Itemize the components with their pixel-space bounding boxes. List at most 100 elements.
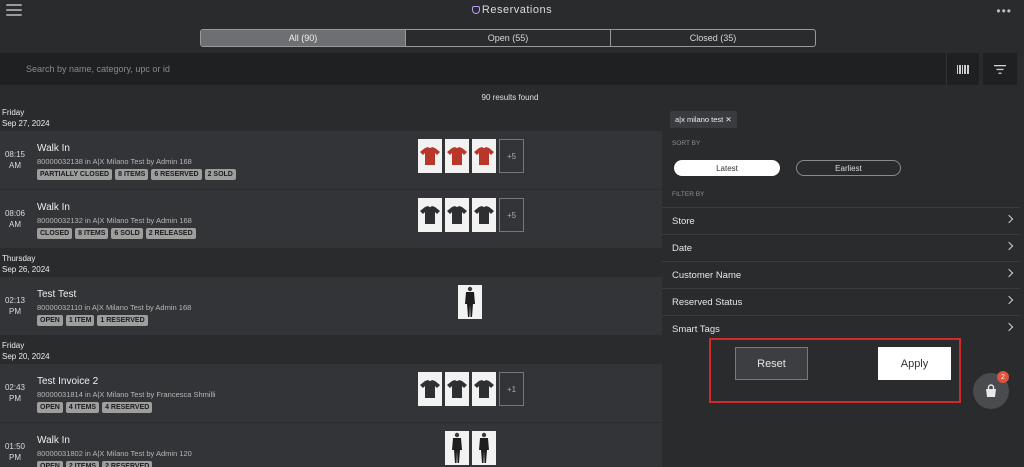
status-badge: 2 RESERVED xyxy=(102,461,153,467)
reservation-row[interactable]: 02:13 PM Test Test 80000032110 in A|X Mil… xyxy=(0,277,662,336)
time-text: 08:15 xyxy=(4,150,26,159)
reservation-time: 02:13 PM xyxy=(0,277,30,335)
reservation-time: 01:50 PM xyxy=(0,423,30,467)
product-thumbnails: +5 xyxy=(418,139,524,173)
product-thumbnail[interactable] xyxy=(445,139,469,173)
filter-by-label: FILTER BY xyxy=(672,191,705,198)
product-thumbnail[interactable] xyxy=(418,198,442,232)
reservation-row[interactable]: 02:43 PM Test Invoice 2 80000031814 in A|… xyxy=(0,364,662,423)
apply-button[interactable]: Apply xyxy=(878,347,951,380)
filter-list: Store Date Customer Name Reserved Status… xyxy=(662,207,1020,342)
customer-name: Test Invoice 2 xyxy=(37,376,99,387)
status-badges: PARTIALLY CLOSED 8 ITEMS 6 RESERVED 2 SOLD xyxy=(37,169,236,180)
product-thumbnail[interactable] xyxy=(445,431,469,465)
cart-count-badge: 2 xyxy=(997,371,1009,383)
reservation-time: 08:15 AM xyxy=(0,131,30,189)
product-thumbnail[interactable] xyxy=(472,198,496,232)
product-thumbnails xyxy=(445,431,496,465)
product-thumbnail[interactable] xyxy=(418,372,442,406)
status-badge: 1 ITEM xyxy=(65,315,95,326)
filter-item-reserved-status[interactable]: Reserved Status xyxy=(662,288,1020,315)
status-badge: 4 ITEMS xyxy=(65,402,100,413)
more-items-indicator[interactable]: +5 xyxy=(499,139,524,173)
tab-open[interactable]: Open (55) xyxy=(405,30,610,46)
product-thumbnail[interactable] xyxy=(445,372,469,406)
filter-button[interactable] xyxy=(983,53,1017,85)
product-thumbnail[interactable] xyxy=(445,198,469,232)
status-badges: CLOSED 8 ITEMS 6 SOLD 2 RELEASED xyxy=(37,228,196,239)
more-items-indicator[interactable]: +1 xyxy=(499,372,524,406)
ampm-text: PM xyxy=(9,307,21,316)
customer-name: Walk In xyxy=(37,143,70,154)
status-badge: CLOSED xyxy=(37,228,73,239)
product-thumbnail[interactable] xyxy=(472,372,496,406)
status-badge: 2 RELEASED xyxy=(145,228,196,239)
date-header: Thursday Sep 26, 2024 xyxy=(0,249,662,277)
filter-actions-highlight: Reset Apply xyxy=(709,338,961,403)
time-text: 02:13 xyxy=(4,296,26,305)
product-thumbnail[interactable] xyxy=(472,139,496,173)
filter-item-label: Reserved Status xyxy=(672,296,743,308)
chip-close-icon[interactable]: ✕ xyxy=(723,115,731,124)
search-bar xyxy=(0,53,946,85)
product-thumbnails: +1 xyxy=(418,372,524,406)
reservation-row[interactable]: 08:15 AM Walk In 80000032138 in A|X Milan… xyxy=(0,131,662,190)
reservation-meta: 80000032132 in A|X Milano Test by Admin … xyxy=(37,216,192,225)
filter-item-label: Store xyxy=(672,215,695,227)
barcode-icon xyxy=(957,64,969,74)
shopping-bag-icon xyxy=(986,384,996,397)
reservation-row[interactable]: 08:06 AM Walk In 80000032132 in A|X Milan… xyxy=(0,190,662,249)
reservation-time: 08:06 AM xyxy=(0,190,30,248)
product-thumbnails xyxy=(458,285,482,319)
filter-item-customer-name[interactable]: Customer Name xyxy=(662,261,1020,288)
tab-all[interactable]: All (90) xyxy=(201,30,405,46)
reservation-time: 02:43 PM xyxy=(0,364,30,422)
status-badges: OPEN 2 ITEMS 2 RESERVED xyxy=(37,461,153,467)
ampm-text: PM xyxy=(9,394,21,403)
reservation-meta: 80000031802 in A|X Milano Test by Admin … xyxy=(37,449,192,458)
status-badge: 2 SOLD xyxy=(204,169,236,180)
results-count: 90 results found xyxy=(481,93,539,102)
product-thumbnail[interactable] xyxy=(472,431,496,465)
time-text: 01:50 xyxy=(4,442,26,451)
status-badge: 6 SOLD xyxy=(111,228,143,239)
filter-item-label: Date xyxy=(672,242,693,254)
more-items-indicator[interactable]: +5 xyxy=(499,198,524,232)
status-badge: 8 ITEMS xyxy=(115,169,149,180)
barcode-scan-button[interactable] xyxy=(946,53,979,85)
search-input[interactable] xyxy=(0,64,946,74)
more-options-icon[interactable]: ••• xyxy=(996,5,1012,17)
day-label: Thursday xyxy=(2,254,36,263)
top-bar: Reservations ••• xyxy=(0,0,1024,22)
reset-button[interactable]: Reset xyxy=(735,347,808,380)
tab-closed[interactable]: Closed (35) xyxy=(610,30,815,46)
sort-earliest-button[interactable]: Earliest xyxy=(796,160,901,176)
page-title: Reservations xyxy=(0,4,1024,16)
customer-name: Test Test xyxy=(37,289,77,300)
status-badge: 1 RESERVED xyxy=(97,315,148,326)
store-filter-chip[interactable]: a|x milano test ✕ xyxy=(670,111,737,128)
product-thumbnail[interactable] xyxy=(418,139,442,173)
filter-panel: a|x milano test ✕ SORT BY Latest Earlies… xyxy=(662,103,1020,467)
chevron-right-icon xyxy=(1004,322,1014,332)
customer-name: Walk In xyxy=(37,202,70,213)
product-thumbnail[interactable] xyxy=(458,285,482,319)
status-badge: 8 ITEMS xyxy=(75,228,109,239)
chevron-right-icon xyxy=(1004,241,1014,251)
filter-item-store[interactable]: Store xyxy=(662,207,1020,234)
filter-item-date[interactable]: Date xyxy=(662,234,1020,261)
ampm-text: AM xyxy=(9,220,21,229)
time-text: 02:43 xyxy=(4,383,26,392)
date-label: Sep 20, 2024 xyxy=(2,352,50,361)
date-label: Sep 26, 2024 xyxy=(2,265,50,274)
filter-item-label: Smart Tags xyxy=(672,323,720,335)
chevron-right-icon xyxy=(1004,214,1014,224)
reservation-row[interactable]: 01:50 PM Walk In 80000031802 in A|X Milan… xyxy=(0,423,662,467)
sort-latest-button[interactable]: Latest xyxy=(674,160,780,176)
status-tabs: All (90) Open (55) Closed (35) xyxy=(200,29,816,47)
status-badges: OPEN 4 ITEMS 4 RESERVED xyxy=(37,402,153,413)
chevron-right-icon xyxy=(1004,295,1014,305)
chip-label: a|x milano test xyxy=(675,115,724,124)
date-header: Friday Sep 20, 2024 xyxy=(0,336,662,364)
date-label: Sep 27, 2024 xyxy=(2,119,50,128)
